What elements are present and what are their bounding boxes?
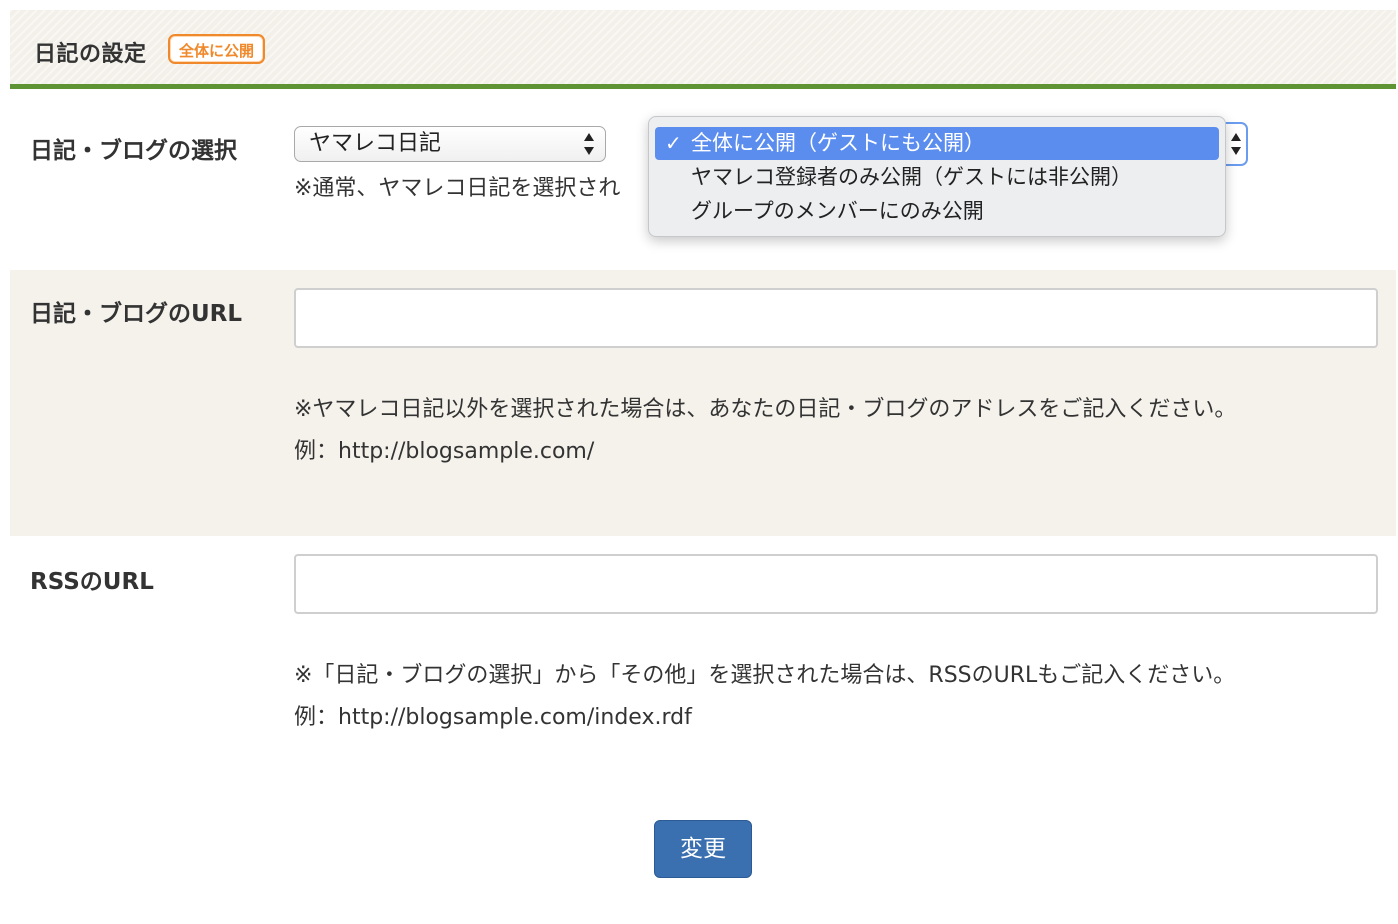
blog-url-input[interactable] — [294, 288, 1378, 348]
option-label: ヤマレコ登録者のみ公開（ゲストには非公開） — [691, 165, 1132, 189]
rss-url-note: ※「日記・ブログの選択」から「その他」を選択された場合は、RSSのURLもご記入… — [294, 663, 1236, 688]
section-header: 日記の設定 全体に公開 — [10, 10, 1396, 89]
blog-type-select[interactable]: ヤマレコ日記 — [294, 126, 606, 162]
rss-url-example: 例：http://blogsample.com/index.rdf — [294, 705, 692, 730]
change-button[interactable]: 変更 — [654, 820, 752, 878]
blog-select-label: 日記・ブログの選択 — [30, 138, 237, 164]
blog-select-note: ※通常、ヤマレコ日記を選択され — [294, 176, 621, 201]
select-arrows-icon — [1231, 133, 1241, 155]
visibility-option-members[interactable]: ヤマレコ登録者のみ公開（ゲストには非公開） — [655, 161, 1219, 194]
visibility-dropdown-menu: ✓ 全体に公開（ゲストにも公開） ヤマレコ登録者のみ公開（ゲストには非公開） グ… — [648, 116, 1226, 237]
option-label: グループのメンバーにのみ公開 — [691, 199, 984, 223]
blog-url-label: 日記・ブログのURL — [30, 301, 243, 327]
visibility-badge: 全体に公開 — [168, 34, 266, 64]
option-label: 全体に公開（ゲストにも公開） — [691, 131, 985, 155]
select-arrows-icon — [584, 133, 594, 155]
visibility-option-public[interactable]: ✓ 全体に公開（ゲストにも公開） — [655, 127, 1219, 160]
visibility-option-group[interactable]: グループのメンバーにのみ公開 — [655, 195, 1219, 228]
blog-url-example: 例：http://blogsample.com/ — [294, 439, 595, 464]
rss-url-input[interactable] — [294, 554, 1378, 614]
rss-url-label: RSSのURL — [30, 569, 154, 595]
checkmark-icon: ✓ — [665, 131, 682, 155]
blog-type-select-value: ヤマレコ日記 — [309, 131, 442, 156]
blog-url-note: ※ヤマレコ日記以外を選択された場合は、あなたの日記・ブログのアドレスをご記入くだ… — [294, 397, 1237, 422]
section-title: 日記の設定 — [34, 42, 147, 67]
